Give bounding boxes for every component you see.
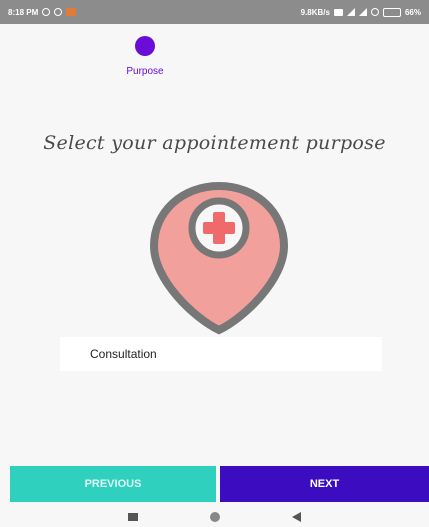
step-label: Purpose — [126, 66, 164, 77]
step-indicator-dot — [135, 36, 155, 56]
signal-icon — [358, 8, 367, 16]
status-time: 8:18 PM — [8, 7, 39, 17]
cross-horizontal — [203, 222, 235, 234]
home-icon[interactable] — [210, 512, 220, 522]
purpose-field[interactable]: Consultation — [60, 337, 382, 371]
previous-button[interactable]: PREVIOUS — [10, 466, 216, 502]
next-button[interactable]: NEXT — [220, 466, 429, 502]
battery-percent: 66% — [404, 7, 421, 17]
recents-icon[interactable] — [128, 513, 138, 521]
medical-location-pin-icon — [149, 181, 289, 335]
stepper-step: Purpose — [125, 36, 165, 77]
wifi-icon — [370, 8, 379, 16]
signal-icon — [346, 8, 355, 16]
notification-icon — [42, 8, 51, 16]
status-bar: 8:18 PM 9.8KB/s 66% — [0, 0, 429, 24]
system-nav-bar — [0, 507, 429, 527]
sim-icon — [333, 8, 343, 16]
network-speed: 9.8KB/s — [300, 7, 330, 17]
page-title: Select your appointement purpose — [43, 132, 386, 154]
notification-icon — [54, 8, 63, 16]
battery-icon — [382, 7, 401, 17]
status-bar-right: 9.8KB/s 66% — [300, 7, 421, 17]
app-notification-icon — [66, 8, 77, 16]
purpose-value: Consultation — [90, 347, 157, 361]
back-icon[interactable] — [292, 512, 301, 522]
status-bar-left: 8:18 PM — [8, 7, 77, 17]
